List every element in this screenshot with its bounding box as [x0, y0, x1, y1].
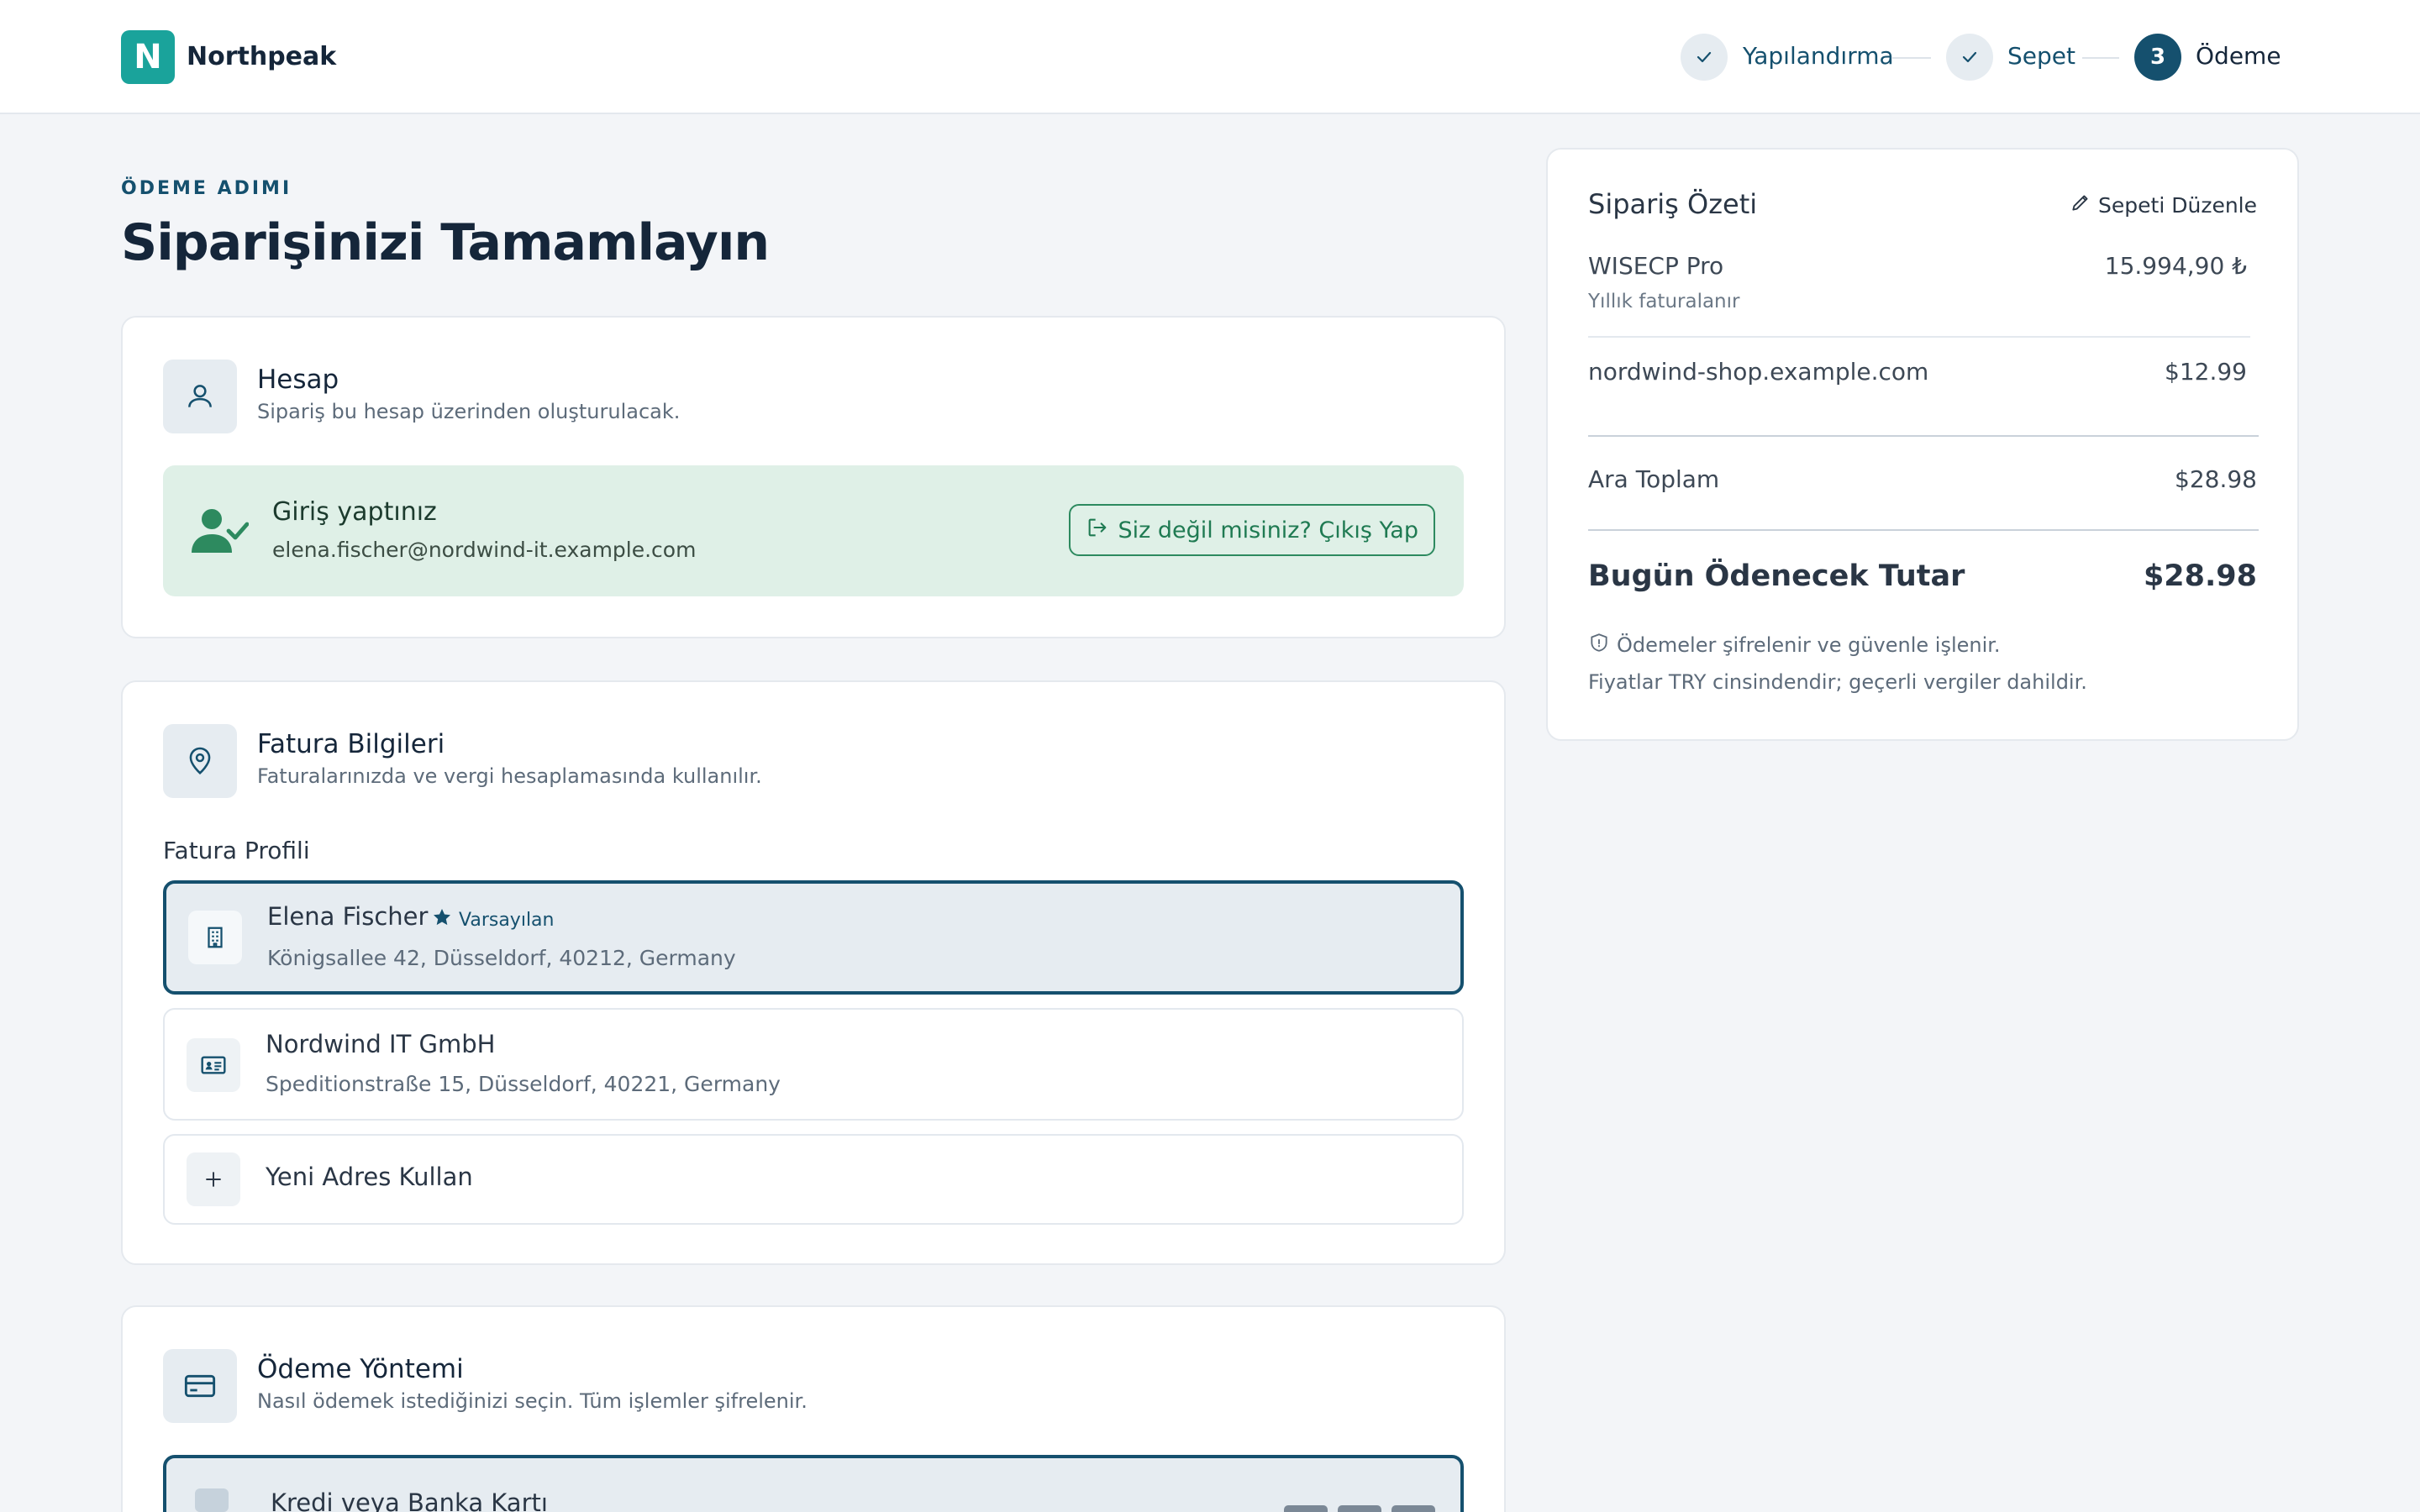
step-divider: [1892, 57, 1931, 59]
subtotal-value: $28.98: [2175, 465, 2257, 493]
location-pin-icon: [163, 724, 237, 798]
divider: [1588, 435, 2259, 437]
payment-title: Ödeme Yöntemi: [257, 1354, 464, 1384]
total-value: $28.98: [2143, 559, 2257, 593]
id-card-icon: [187, 1038, 240, 1092]
step-3-label: Ödeme: [2196, 42, 2281, 70]
payment-card: Ödeme Yöntemi Nasıl ödemek istediğinizi …: [121, 1305, 1506, 1512]
summary-item-price: $12.99: [2165, 358, 2247, 386]
default-badge-label: Varsayılan: [459, 909, 555, 931]
currency-note: Fiyatlar TRY cinsindendir; geçerli vergi…: [1588, 670, 2087, 694]
login-email: elena.fischer@nordwind-it.example.com: [272, 538, 697, 562]
profile-name: Nordwind IT GmbH: [266, 1030, 496, 1058]
billing-profile-label: Fatura Profili: [163, 837, 310, 864]
total-label: Bugün Ödenecek Tutar: [1588, 559, 1965, 593]
summary-item-price: 15.994,90 ₺: [2104, 252, 2247, 280]
page-title: Siparişinizi Tamamlayın: [121, 213, 770, 272]
pencil-icon: [2070, 192, 2091, 218]
step-2-check-icon: [1946, 34, 1993, 81]
order-summary-card: Sipariş Özeti Sepeti Düzenle WISECP Pro …: [1546, 148, 2299, 741]
summary-item-billing: Yıllık faturalanır: [1588, 291, 1740, 312]
new-address-label: Yeni Adres Kullan: [266, 1163, 473, 1191]
user-icon: [163, 360, 237, 433]
step-1-label[interactable]: Yapılandırma: [1743, 42, 1894, 70]
credit-card-icon: [163, 1349, 237, 1423]
step-3-number: 3: [2134, 34, 2181, 81]
shield-icon: [1588, 632, 1610, 659]
edit-cart-link[interactable]: Sepeti Düzenle: [2070, 192, 2257, 218]
logout-label: Siz değil misiniz? Çıkış Yap: [1118, 517, 1418, 543]
billing-profile-option[interactable]: Elena Fischer Varsayılan Königsallee 42,…: [163, 880, 1464, 995]
brand-logo-letter: N: [134, 38, 162, 76]
amex-logo-icon: [1392, 1505, 1435, 1512]
page-kicker: ÖDEME ADIMI: [121, 178, 292, 199]
billing-title: Fatura Bilgileri: [257, 729, 445, 759]
billing-subtitle: Faturalarınızda ve vergi hesaplamasında …: [257, 764, 762, 788]
summary-item-name: WISECP Pro: [1588, 252, 1724, 280]
plus-icon: [187, 1152, 240, 1206]
building-icon: [188, 911, 242, 964]
star-icon: [432, 907, 452, 932]
profile-name: Elena Fischer: [267, 902, 429, 931]
billing-card: Fatura Bilgileri Faturalarınızda ve verg…: [121, 680, 1506, 1265]
secure-note-text: Ödemeler şifrelenir ve güvenle işlenir.: [1617, 633, 2001, 657]
logout-icon: [1086, 516, 1109, 545]
top-bar: N Northpeak Yapılandırma Sepet 3 Ödeme: [0, 0, 2420, 114]
brand-logo[interactable]: N: [121, 30, 175, 84]
mastercard-logo-icon: [1338, 1505, 1381, 1512]
profile-address: Königsallee 42, Düsseldorf, 40212, Germa…: [267, 946, 736, 970]
step-2-label[interactable]: Sepet: [2007, 42, 2075, 70]
new-address-option[interactable]: Yeni Adres Kullan: [163, 1134, 1464, 1225]
step-divider: [2082, 57, 2119, 59]
divider: [1588, 529, 2259, 531]
payment-option-label: Kredi veya Banka Kartı: [271, 1488, 548, 1512]
summary-item-name: nordwind-shop.example.com: [1588, 358, 1929, 386]
subtotal-label: Ara Toplam: [1588, 465, 1720, 493]
brand-name[interactable]: Northpeak: [187, 42, 336, 71]
payment-subtitle: Nasıl ödemek istediğinizi seçin. Tüm işl…: [257, 1389, 808, 1413]
account-title: Hesap: [257, 365, 339, 395]
payment-option-card[interactable]: Kredi veya Banka Kartı: [163, 1455, 1464, 1512]
logout-button[interactable]: Siz değil misiniz? Çıkış Yap: [1069, 504, 1435, 556]
account-subtitle: Sipariş bu hesap üzerinden oluşturulacak…: [257, 400, 681, 423]
visa-logo-icon: [1284, 1505, 1328, 1512]
secure-note: Ödemeler şifrelenir ve güvenle işlenir.: [1588, 632, 2001, 659]
logged-in-banner: Giriş yaptınız elena.fischer@nordwind-it…: [163, 465, 1464, 596]
user-check-icon: [192, 506, 250, 558]
billing-profile-option[interactable]: Nordwind IT GmbH Speditionstraße 15, Düs…: [163, 1008, 1464, 1121]
edit-cart-label: Sepeti Düzenle: [2098, 192, 2257, 218]
login-status-title: Giriş yaptınız: [272, 497, 437, 527]
default-badge: Varsayılan: [432, 907, 554, 932]
card-option-icon: [195, 1488, 229, 1512]
step-1-check-icon: [1681, 34, 1728, 81]
divider: [1588, 336, 2250, 338]
profile-address: Speditionstraße 15, Düsseldorf, 40221, G…: [266, 1072, 781, 1096]
summary-title: Sipariş Özeti: [1588, 188, 1758, 220]
account-card: Hesap Sipariş bu hesap üzerinden oluştur…: [121, 316, 1506, 638]
